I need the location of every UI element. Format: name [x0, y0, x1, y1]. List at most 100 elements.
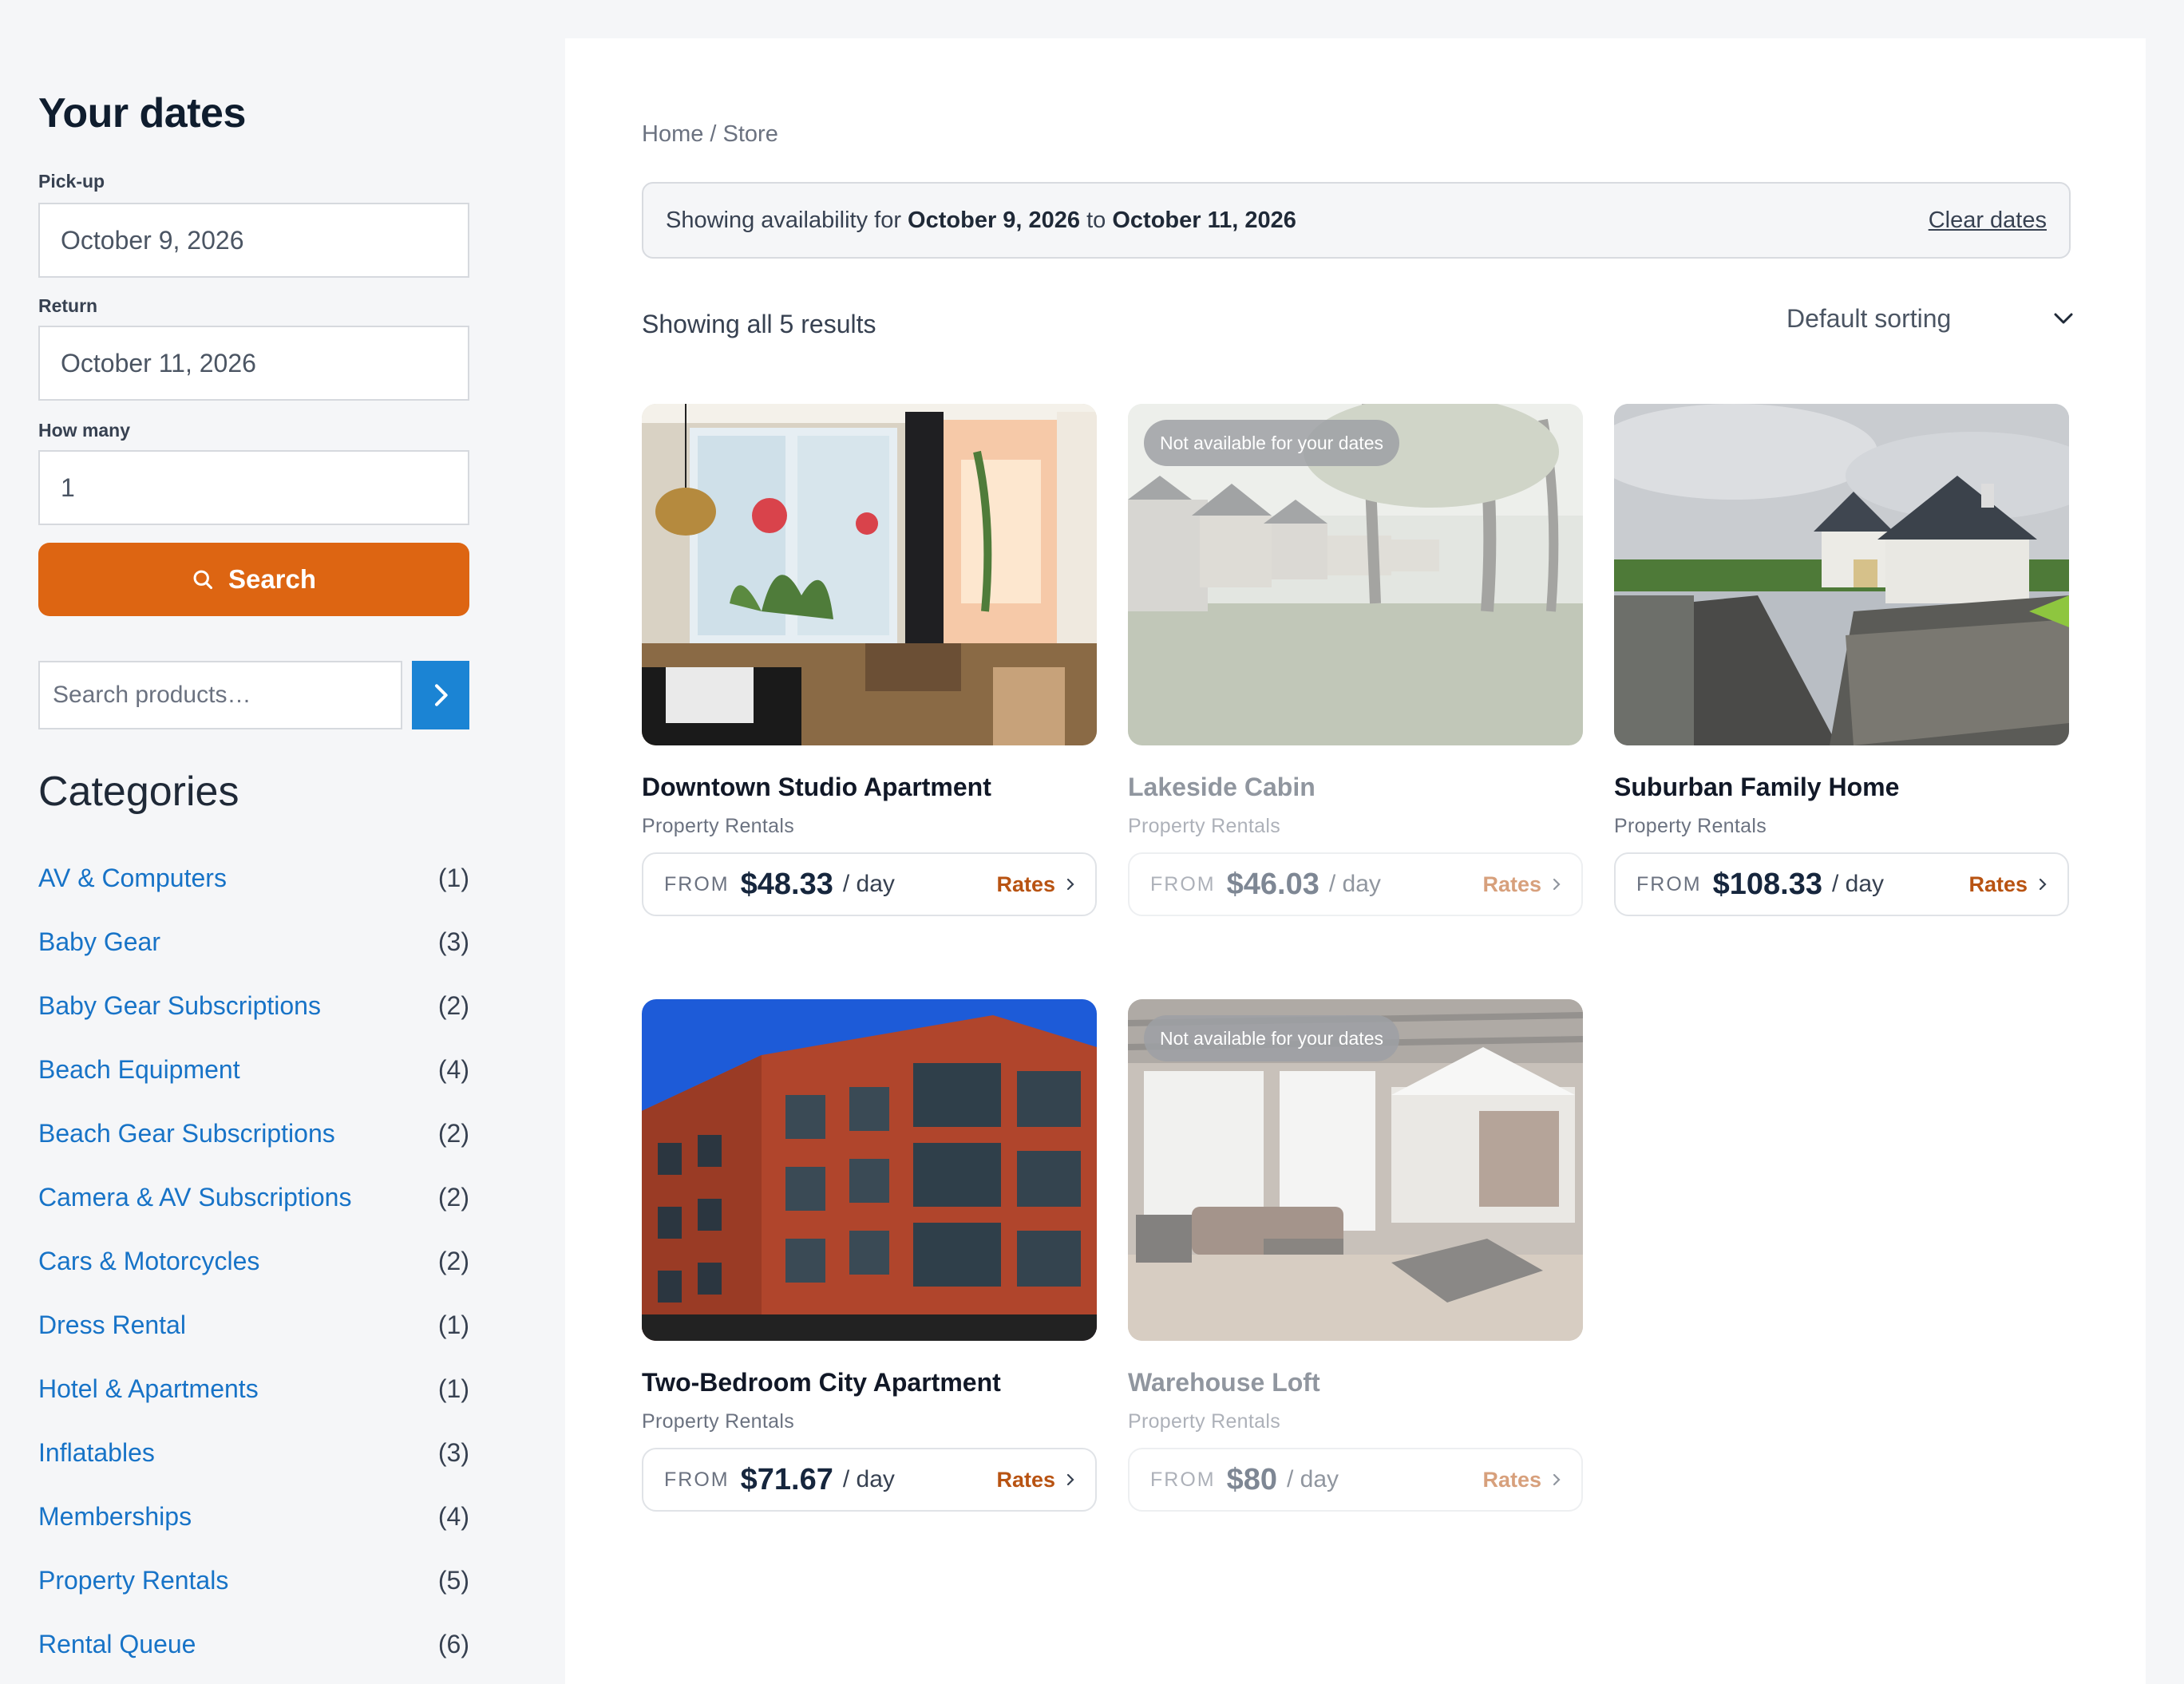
breadcrumb[interactable]: Home / Store — [642, 121, 778, 148]
category-count: (4) — [437, 1501, 469, 1531]
main-content: Home / Store Showing availability for Oc… — [565, 38, 2146, 1684]
category-link[interactable]: Camera & AV Subscriptions — [38, 1183, 351, 1212]
clear-dates-link[interactable]: Clear dates — [1929, 208, 2047, 234]
category-item[interactable]: Hotel & Apartments (1) — [38, 1357, 469, 1421]
unavailable-badge: Not available for your dates — [1144, 420, 1399, 466]
price-amount: $46.03 — [1226, 867, 1320, 901]
price-amount: $80 — [1226, 1462, 1278, 1496]
rates-link[interactable]: Rates — [1968, 872, 2047, 897]
category-item[interactable]: Beach Equipment (4) — [38, 1038, 469, 1101]
category-item[interactable]: Inflatables (3) — [38, 1421, 469, 1484]
category-link[interactable]: Memberships — [38, 1502, 192, 1532]
category-count: (6) — [437, 1629, 469, 1658]
chevron-right-icon — [1066, 1473, 1074, 1486]
category-link[interactable]: Cars & Motorcycles — [38, 1247, 259, 1276]
product-category[interactable]: Property Rentals — [1128, 815, 1583, 838]
category-link[interactable]: Inflatables — [38, 1438, 155, 1468]
return-label: Return — [38, 295, 98, 316]
category-count: (3) — [437, 1437, 469, 1467]
product-image[interactable] — [642, 404, 1097, 745]
pickup-date-input[interactable]: October 9, 2026 — [38, 203, 469, 278]
sorting-select[interactable]: Default sorting — [1786, 298, 2074, 338]
category-link[interactable]: Beach Equipment — [38, 1055, 240, 1085]
category-count: (5) — [437, 1565, 469, 1595]
product-title[interactable]: Lakeside Cabin — [1128, 773, 1583, 802]
price-from-label: FROM — [664, 1468, 730, 1491]
chevron-right-icon — [1553, 878, 1561, 891]
price-from-label: FROM — [1150, 1468, 1216, 1491]
product-image[interactable]: Not available for your dates — [1128, 404, 1583, 745]
product-image[interactable] — [642, 999, 1097, 1341]
category-count: (1) — [437, 1310, 469, 1339]
category-item[interactable]: Cars & Motorcycles (2) — [38, 1229, 469, 1293]
product-image[interactable] — [1614, 404, 2069, 745]
category-link[interactable]: Hotel & Apartments — [38, 1374, 259, 1404]
product-category[interactable]: Property Rentals — [642, 1410, 1097, 1433]
results-count: Showing all 5 results — [642, 310, 876, 338]
category-item[interactable]: Baby Gear (3) — [38, 910, 469, 974]
howmany-label: How many — [38, 420, 131, 441]
category-item[interactable]: Beach Gear Subscriptions (2) — [38, 1101, 469, 1165]
category-count: (2) — [437, 1246, 469, 1275]
product-category[interactable]: Property Rentals — [642, 815, 1097, 838]
product-category[interactable]: Property Rentals — [1614, 815, 2069, 838]
category-count: (2) — [437, 990, 469, 1020]
product-search-submit-button[interactable] — [412, 661, 469, 729]
product-card[interactable]: Not available for your dates Lakeside Ca… — [1128, 404, 1583, 916]
category-count: (2) — [437, 1182, 469, 1212]
category-item[interactable]: Camera & AV Subscriptions (2) — [38, 1165, 469, 1229]
product-search-input[interactable]: Search products… — [38, 661, 402, 729]
category-link[interactable]: Baby Gear Subscriptions — [38, 991, 321, 1021]
chevron-right-icon — [1553, 1473, 1561, 1486]
category-item[interactable]: Dress Rental (1) — [38, 1293, 469, 1357]
availability-prefix: Showing availability for — [666, 207, 908, 233]
category-link[interactable]: Property Rentals — [38, 1566, 228, 1595]
product-category[interactable]: Property Rentals — [1128, 1410, 1583, 1433]
category-link[interactable]: Beach Gear Subscriptions — [38, 1119, 335, 1148]
category-count: (1) — [437, 1374, 469, 1403]
product-image[interactable]: Not available for your dates — [1128, 999, 1583, 1341]
categories-title: Categories — [38, 769, 239, 815]
product-card[interactable]: Two-Bedroom City Apartment Property Rent… — [642, 999, 1097, 1512]
rates-link[interactable]: Rates — [1482, 1468, 1561, 1492]
rates-label: Rates — [1968, 872, 2028, 896]
availability-text: Showing availability for October 9, 2026… — [666, 208, 1296, 234]
search-button[interactable]: Search — [38, 543, 469, 616]
category-item[interactable]: Memberships (4) — [38, 1484, 469, 1548]
search-button-label: Search — [228, 564, 317, 594]
price-unit: / day — [1831, 871, 1885, 897]
category-link[interactable]: Rental Queue — [38, 1630, 196, 1659]
rates-label: Rates — [996, 872, 1055, 896]
search-icon — [193, 570, 212, 590]
rates-link[interactable]: Rates — [996, 872, 1074, 897]
category-item[interactable]: Baby Gear Subscriptions (2) — [38, 974, 469, 1038]
category-link[interactable]: AV & Computers — [38, 864, 227, 893]
category-item[interactable]: Rental Queue (6) — [38, 1612, 469, 1676]
product-title[interactable]: Warehouse Loft — [1128, 1368, 1583, 1397]
price-unit: / day — [842, 871, 895, 897]
category-count: (3) — [437, 927, 469, 956]
price-amount: $71.67 — [740, 1462, 833, 1496]
product-card[interactable]: Downtown Studio Apartment Property Renta… — [642, 404, 1097, 916]
price-from-label: FROM — [1636, 872, 1702, 895]
return-date-input[interactable]: October 11, 2026 — [38, 326, 469, 401]
product-title[interactable]: Suburban Family Home — [1614, 773, 2069, 802]
rates-label: Rates — [1482, 1467, 1541, 1492]
rates-link[interactable]: Rates — [996, 1468, 1074, 1492]
rates-label: Rates — [996, 1467, 1055, 1492]
product-title[interactable]: Downtown Studio Apartment — [642, 773, 1097, 802]
product-card[interactable]: Suburban Family Home Property Rentals FR… — [1614, 404, 2069, 916]
sorting-value: Default sorting — [1786, 303, 1952, 333]
price-unit: / day — [1287, 1466, 1339, 1492]
rates-label: Rates — [1482, 872, 1541, 896]
price-from-label: FROM — [1150, 872, 1216, 895]
product-card[interactable]: Not available for your dates Warehouse L… — [1128, 999, 1583, 1512]
product-title[interactable]: Two-Bedroom City Apartment — [642, 1368, 1097, 1397]
category-link[interactable]: Baby Gear — [38, 927, 160, 957]
rates-link[interactable]: Rates — [1482, 872, 1561, 897]
quantity-input[interactable]: 1 — [38, 450, 469, 525]
category-link[interactable]: Dress Rental — [38, 1310, 186, 1340]
category-item[interactable]: AV & Computers (1) — [38, 846, 469, 910]
category-item[interactable]: Property Rentals (5) — [38, 1548, 469, 1612]
price-box: FROM $108.33 / day Rates — [1614, 852, 2069, 916]
